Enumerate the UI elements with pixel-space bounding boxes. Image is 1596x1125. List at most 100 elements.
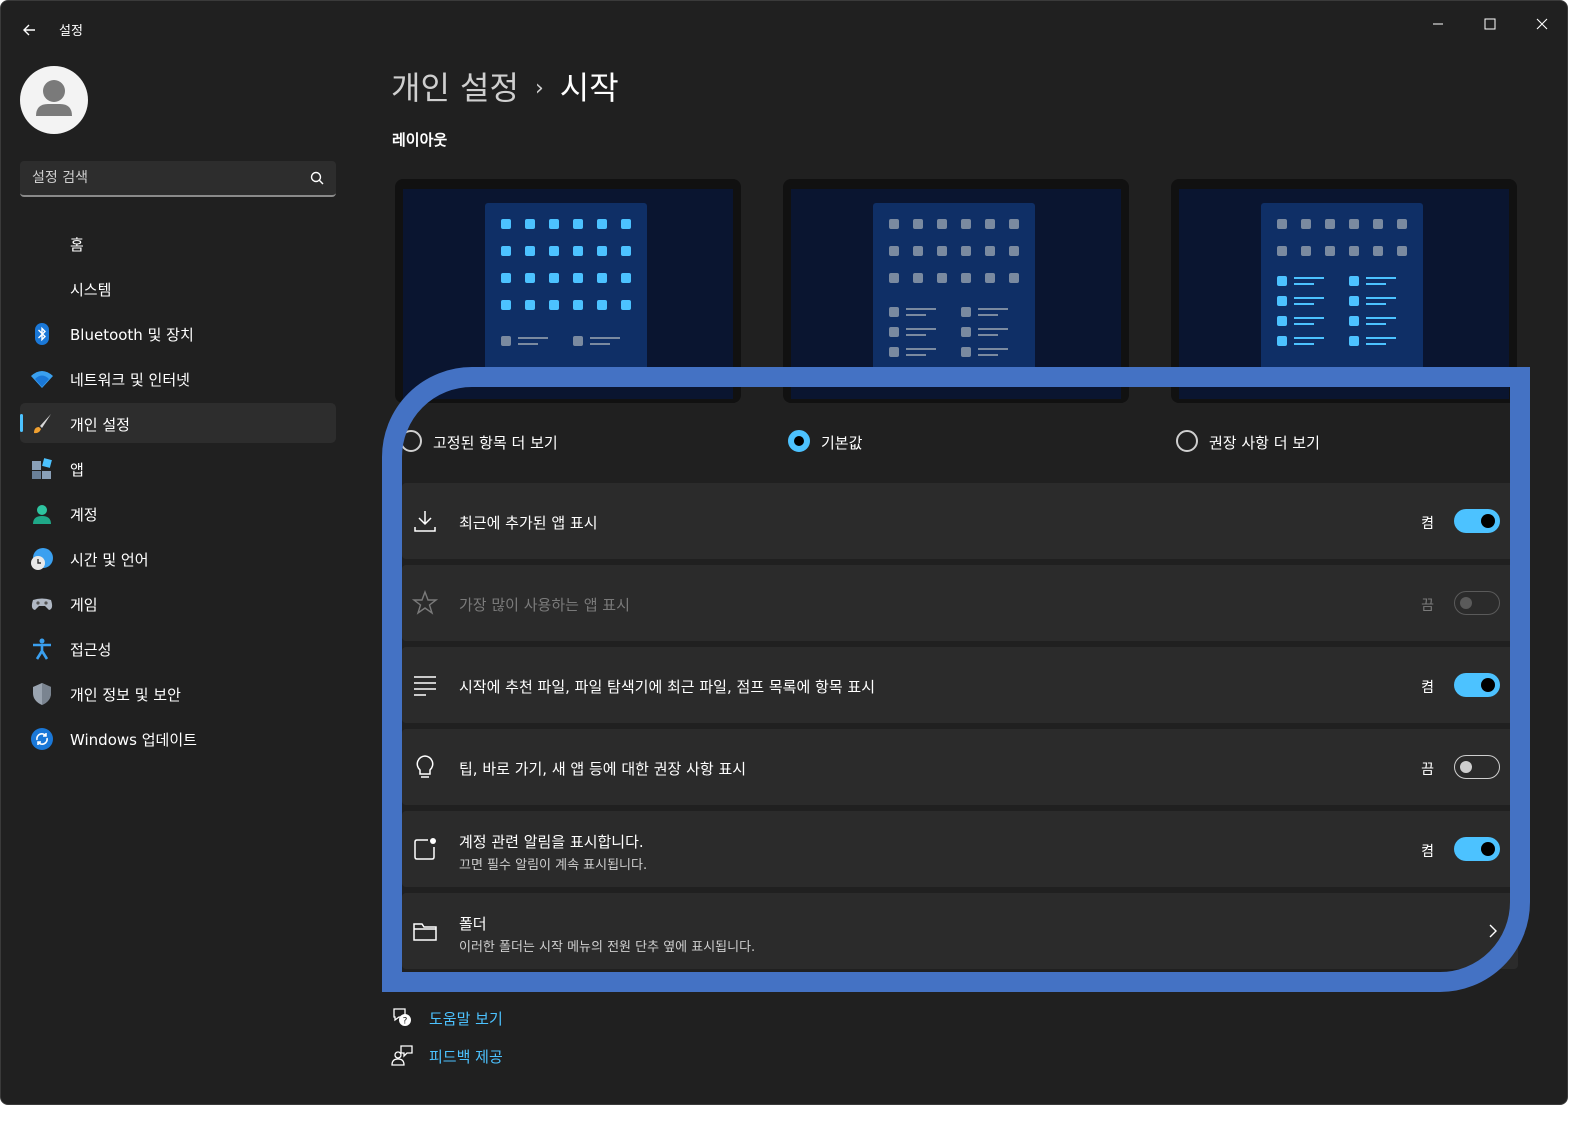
download-icon [414, 511, 436, 532]
lightbulb-icon [416, 755, 434, 778]
page-title: 시작 [559, 69, 619, 107]
sidebar-item-label: Windows 업데이트 [70, 731, 197, 749]
toggle-knob [1481, 842, 1495, 856]
radio-button[interactable] [400, 430, 422, 452]
account-icon [33, 505, 51, 524]
setting-title: 계정 관련 알림을 표시합니다. [459, 833, 644, 851]
globe-clock-icon [31, 548, 53, 570]
minimize-icon [1433, 23, 1443, 25]
setting-tips-recommendations[interactable]: 팁, 바로 가기, 새 앱 등에 대한 권장 사항 표시 끔 [402, 729, 1518, 805]
settings-search[interactable] [20, 161, 336, 197]
help-link-label[interactable]: 도움말 보기 [429, 1008, 503, 1029]
back-button[interactable] [17, 17, 43, 43]
sidebar-item-home[interactable]: 홈 [20, 223, 336, 263]
preview-start-menu [1261, 203, 1423, 373]
radio-label: 권장 사항 더 보기 [1209, 434, 1320, 452]
toggle-knob [1481, 678, 1495, 692]
maximize-button[interactable] [1467, 9, 1513, 39]
sidebar-item-label: 접근성 [70, 641, 112, 659]
sidebar-item-network[interactable]: 네트워크 및 인터넷 [20, 358, 336, 398]
sidebar-item-personalization[interactable]: 개인 설정 [20, 403, 336, 443]
maximize-icon [1484, 18, 1496, 30]
toggle-switch[interactable] [1454, 755, 1500, 779]
back-arrow-icon [23, 24, 35, 36]
sidebar-item-system[interactable]: 시스템 [20, 268, 336, 308]
svg-text:?: ? [403, 1017, 408, 1027]
setting-most-used-apps: 가장 많이 사용하는 앱 표시 끔 [402, 565, 1518, 641]
setting-recently-added-apps[interactable]: 최근에 추가된 앱 표시 켬 [402, 483, 1518, 559]
list-icon [414, 676, 436, 696]
toggle-knob [1460, 761, 1472, 773]
sidebar-item-windows-update[interactable]: Windows 업데이트 [20, 718, 336, 758]
preview-screen [791, 189, 1121, 399]
layout-preview-default[interactable] [783, 179, 1129, 403]
setting-title: 시작에 추천 파일, 파일 탐색기에 최근 파일, 점프 목록에 항목 표시 [459, 678, 876, 696]
toggle-switch[interactable] [1454, 509, 1500, 533]
preview-start-menu [873, 203, 1035, 373]
close-button[interactable] [1519, 9, 1565, 39]
preview-start-menu [485, 203, 647, 373]
default-layout-illustration [889, 219, 1019, 357]
shield-icon [33, 683, 51, 705]
setting-title: 폴더 [459, 915, 487, 933]
sidebar-item-label: 네트워크 및 인터넷 [70, 371, 190, 389]
sidebar-nav: 홈 시스템 Bluetooth 및 장치 네트워크 및 인터넷 개인 설정 앱 … [20, 223, 336, 763]
accessibility-icon [33, 638, 51, 660]
minimize-button[interactable] [1415, 9, 1461, 39]
setting-account-notifications[interactable]: 계정 관련 알림을 표시합니다. 끄면 필수 알림이 계속 표시됩니다. 켬 [402, 811, 1518, 887]
star-icon [412, 590, 438, 615]
sidebar-item-label: 개인 정보 및 보안 [70, 686, 181, 704]
toggle-state-label: 켬 [1421, 680, 1434, 696]
setting-subtitle: 이러한 폴더는 시작 메뉴의 전원 단추 옆에 표시됩니다. [459, 940, 756, 955]
layout-preview-more-pins[interactable] [395, 179, 741, 403]
sidebar-item-apps[interactable]: 앱 [20, 448, 336, 488]
breadcrumb-parent[interactable]: 개인 설정 [391, 69, 519, 107]
setting-recommended-files[interactable]: 시작에 추천 파일, 파일 탐색기에 최근 파일, 점프 목록에 항목 표시 켬 [402, 647, 1518, 723]
active-indicator [20, 414, 23, 432]
app-title: 설정 [59, 24, 83, 39]
more-recommendations-layout-illustration [1277, 219, 1407, 346]
preview-screen [1179, 189, 1509, 399]
setting-subtitle: 끄면 필수 알림이 계속 표시됩니다. [459, 858, 648, 873]
setting-title: 팁, 바로 가기, 새 앱 등에 대한 권장 사항 표시 [459, 760, 747, 778]
sidebar-item-time-language[interactable]: 시간 및 언어 [20, 538, 336, 578]
sidebar-item-gaming[interactable]: 게임 [20, 583, 336, 623]
setting-folders[interactable]: 폴더 이러한 폴더는 시작 메뉴의 전원 단추 옆에 표시됩니다. [402, 893, 1518, 969]
user-icon [36, 80, 72, 116]
sidebar-item-label: 시스템 [70, 281, 112, 299]
feedback-icon [391, 1045, 413, 1066]
breadcrumb-separator: › [534, 76, 544, 101]
toggle-switch-disabled [1454, 591, 1500, 615]
feedback-link-label[interactable]: 피드백 제공 [429, 1046, 503, 1067]
sidebar-item-bluetooth[interactable]: Bluetooth 및 장치 [20, 313, 336, 353]
notification-icon [414, 838, 436, 860]
toggle-knob [1460, 597, 1472, 609]
radio-button-selected[interactable] [788, 430, 810, 452]
wifi-icon [31, 371, 53, 388]
preview-screen [403, 189, 733, 399]
toggle-state-label: 켬 [1421, 844, 1434, 860]
sidebar-item-label: 계정 [70, 506, 98, 524]
layout-preview-more-recommendations[interactable] [1171, 179, 1517, 403]
search-icon[interactable] [310, 171, 324, 185]
sidebar-item-privacy[interactable]: 개인 정보 및 보안 [20, 673, 336, 713]
setting-title: 가장 많이 사용하는 앱 표시 [459, 596, 630, 614]
sidebar-item-label: 앱 [70, 461, 84, 479]
radio-button[interactable] [1176, 430, 1198, 452]
toggle-switch[interactable] [1454, 837, 1500, 861]
folder-icon [413, 923, 437, 941]
toggle-state-label: 끔 [1421, 598, 1434, 614]
sidebar-item-label: 개인 설정 [70, 416, 130, 434]
search-input[interactable] [20, 161, 300, 195]
user-avatar[interactable] [20, 66, 88, 134]
gamepad-icon [31, 598, 53, 610]
toggle-state-label: 끔 [1421, 762, 1434, 778]
help-icon: ? [393, 1008, 411, 1027]
brush-icon [34, 414, 51, 434]
sidebar-item-label: 시간 및 언어 [70, 551, 149, 569]
toggle-knob [1481, 514, 1495, 528]
breadcrumb: 개인 설정 › 시작 [391, 63, 619, 109]
sidebar-item-accessibility[interactable]: 접근성 [20, 628, 336, 668]
toggle-switch[interactable] [1454, 673, 1500, 697]
sidebar-item-accounts[interactable]: 계정 [20, 493, 336, 533]
